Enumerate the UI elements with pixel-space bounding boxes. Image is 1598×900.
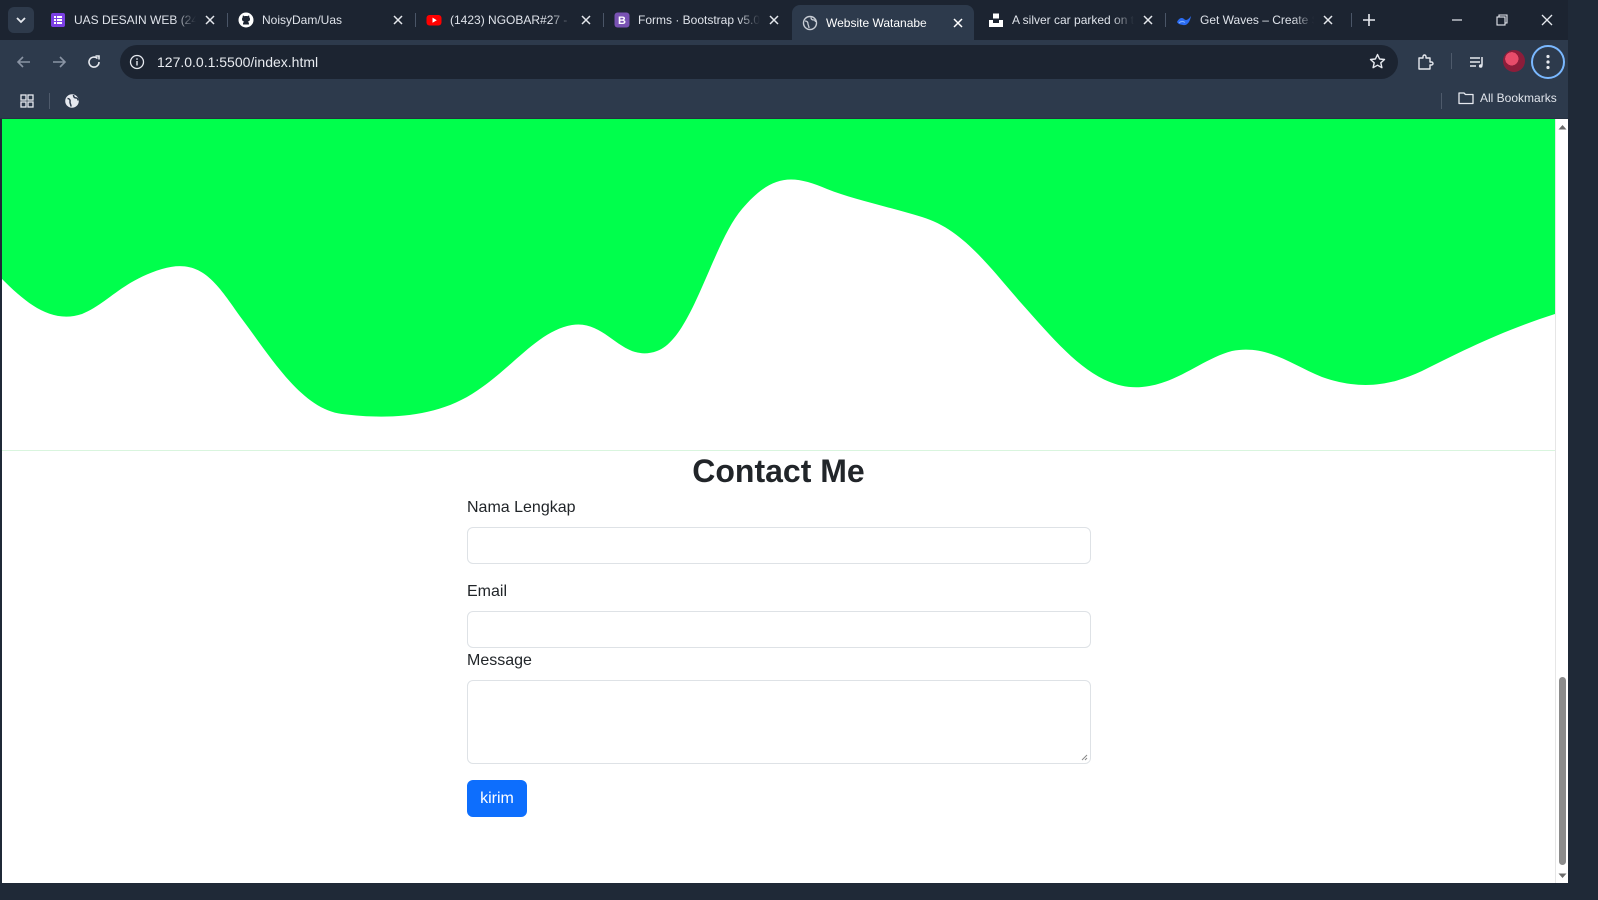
- profile-avatar[interactable]: [1503, 50, 1525, 72]
- tab-title: A silver car parked on t: [1012, 13, 1134, 27]
- arrow-left-icon: [16, 56, 30, 68]
- tab-title: NoisyDam/Uas: [262, 13, 343, 27]
- bootstrap-icon: B: [614, 12, 630, 28]
- browser-menu-button[interactable]: [1531, 45, 1565, 79]
- close-tab-icon[interactable]: [950, 15, 966, 31]
- close-tab-icon[interactable]: [766, 12, 782, 28]
- bookmark-separator: [1441, 93, 1442, 109]
- message-label: Message: [467, 652, 532, 669]
- wave-banner: [2, 119, 1555, 417]
- toolbar-separator: [1451, 53, 1452, 69]
- tab-github[interactable]: NoisyDam/Uas: [228, 5, 414, 35]
- reload-button[interactable]: [80, 48, 108, 76]
- tab-title: Website Watanabe: [826, 15, 927, 30]
- section-divider: [2, 450, 1555, 451]
- minimize-button[interactable]: [1434, 0, 1480, 40]
- browser-toolbar: 127.0.0.1:5500/index.html: [0, 40, 1568, 84]
- close-tab-icon[interactable]: [202, 12, 218, 28]
- name-label: Nama Lengkap: [467, 499, 576, 516]
- forward-button[interactable]: [45, 48, 73, 76]
- youtube-icon: [426, 12, 442, 28]
- address-bar[interactable]: 127.0.0.1:5500/index.html: [120, 45, 1398, 79]
- more-vertical-icon: [1546, 54, 1550, 70]
- scroll-down-icon[interactable]: [1558, 871, 1567, 880]
- name-input[interactable]: [467, 527, 1091, 564]
- all-bookmarks-button[interactable]: All Bookmarks: [1458, 91, 1557, 105]
- scroll-up-icon[interactable]: [1558, 122, 1567, 131]
- tab-uas-desain-web[interactable]: UAS DESAIN WEB (24M: [40, 5, 226, 35]
- page-scrollbar[interactable]: [1555, 119, 1568, 883]
- close-tab-icon[interactable]: [390, 12, 406, 28]
- svg-text:B: B: [618, 15, 626, 27]
- tab-separator: [1351, 13, 1352, 27]
- restore-icon: [1496, 14, 1508, 26]
- bookmark-star-icon[interactable]: [1369, 53, 1386, 75]
- scrollbar-thumb[interactable]: [1559, 677, 1566, 865]
- tab-youtube[interactable]: (1423) NGOBAR#27 - I: [416, 5, 602, 35]
- back-button[interactable]: [10, 48, 38, 76]
- close-icon: [1541, 14, 1553, 26]
- all-bookmarks-label: All Bookmarks: [1480, 91, 1557, 105]
- email-label: Email: [467, 583, 508, 600]
- submit-button[interactable]: kirim: [467, 780, 527, 817]
- tab-title: UAS DESAIN WEB (24M: [74, 13, 196, 27]
- bookmarks-bar: All Bookmarks: [0, 84, 1568, 119]
- tab-title: (1423) NGOBAR#27 - I: [450, 13, 572, 27]
- message-textarea[interactable]: [467, 680, 1091, 764]
- plus-icon: [1363, 14, 1375, 26]
- tab-unsplash[interactable]: A silver car parked on t: [978, 5, 1164, 35]
- arrow-right-icon: [53, 56, 67, 68]
- globe-bookmark-icon[interactable]: [61, 90, 83, 112]
- site-info-icon[interactable]: [123, 48, 151, 76]
- resize-grip-icon[interactable]: [1080, 753, 1088, 761]
- minimize-icon: [1452, 19, 1462, 21]
- address-url[interactable]: 127.0.0.1:5500/index.html: [157, 54, 318, 70]
- media-controls-icon[interactable]: [1464, 49, 1490, 75]
- chevron-down-icon: [16, 17, 26, 24]
- extensions-icon[interactable]: [1412, 49, 1438, 75]
- tab-title: Get Waves – Create SV: [1200, 13, 1314, 27]
- contact-form: Nama Lengkap Email Message kirim: [467, 499, 1091, 817]
- email-input[interactable]: [467, 611, 1091, 648]
- tab-website-watanabe[interactable]: Website Watanabe: [792, 5, 974, 40]
- tab-strip: UAS DESAIN WEB (24M NoisyDam/Uas (1423) …: [0, 0, 1568, 40]
- new-tab-button[interactable]: [1358, 9, 1380, 31]
- tab-get-waves[interactable]: Get Waves – Create SV: [1166, 5, 1344, 35]
- close-window-button[interactable]: [1524, 0, 1570, 40]
- waves-icon: [1176, 12, 1192, 28]
- contact-title: Contact Me: [692, 453, 865, 489]
- tab-search-button[interactable]: [8, 7, 34, 33]
- apps-grid-icon[interactable]: [16, 90, 38, 112]
- folder-icon: [1458, 92, 1474, 105]
- github-icon: [238, 12, 254, 28]
- close-tab-icon[interactable]: [1140, 12, 1156, 28]
- page-viewport: Contact Me Nama Lengkap Email Message ki…: [2, 119, 1555, 883]
- reload-icon: [88, 55, 100, 68]
- close-tab-icon[interactable]: [578, 12, 594, 28]
- unsplash-icon: [988, 12, 1004, 28]
- tab-title: Forms · Bootstrap v5.0: [638, 13, 760, 27]
- restore-button[interactable]: [1479, 0, 1525, 40]
- globe-icon: [802, 15, 818, 31]
- close-tab-icon[interactable]: [1320, 12, 1336, 28]
- forms-icon: [50, 12, 66, 28]
- bookmark-separator: [49, 93, 50, 109]
- tab-bootstrap-forms[interactable]: B Forms · Bootstrap v5.0: [604, 5, 790, 35]
